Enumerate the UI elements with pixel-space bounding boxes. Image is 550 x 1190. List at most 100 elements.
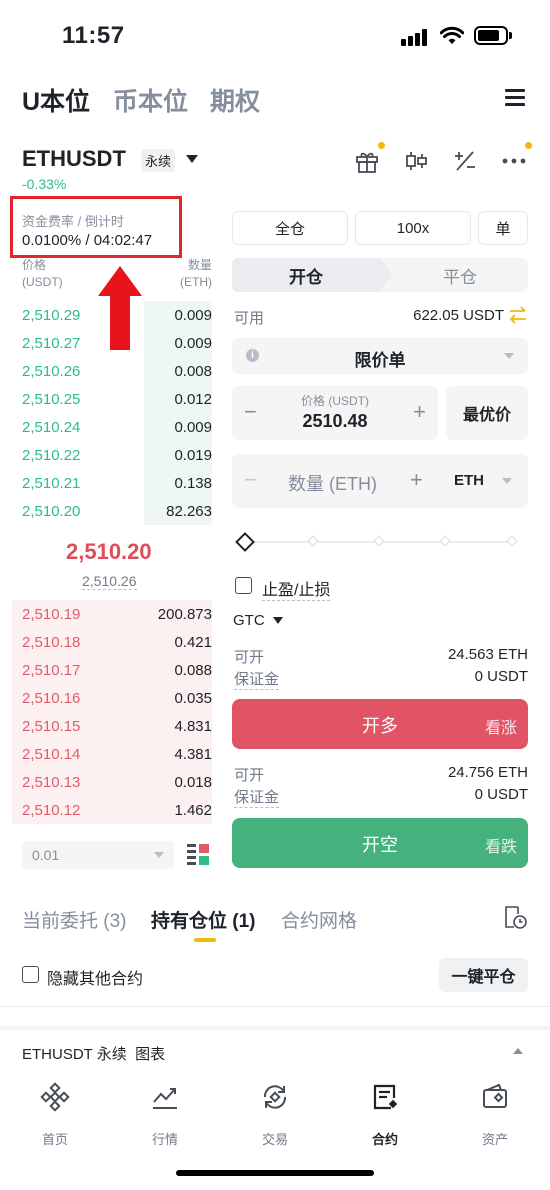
perpetual-badge: 永续: [141, 149, 176, 172]
mark-price[interactable]: 2,510.26: [82, 573, 137, 590]
bid-row[interactable]: 2,510.14 4.381: [12, 740, 212, 768]
tab-open[interactable]: 开仓: [232, 258, 392, 292]
short-can-open-value: 24.756 ETH: [447, 764, 528, 781]
active-tab-indicator: [194, 938, 216, 942]
nav-home[interactable]: 首页: [15, 1082, 95, 1148]
long-margin-value: 0 USDT: [474, 668, 528, 685]
nav-futures[interactable]: 合约: [345, 1082, 425, 1148]
tab-close[interactable]: 平仓: [392, 258, 528, 292]
more-notification-dot: [525, 142, 532, 149]
symbol-name[interactable]: ETHUSDT: [22, 146, 126, 172]
short-can-open-label: 可开: [234, 767, 265, 784]
cellular-signal-icon: [401, 28, 431, 46]
quantity-input[interactable]: − 数量 (ETH) + ETH: [232, 454, 528, 508]
chevron-down-icon: [502, 478, 512, 484]
open-short-button[interactable]: 开空 看跌: [232, 818, 528, 868]
price-plus-button[interactable]: +: [413, 399, 426, 425]
tab-options[interactable]: 期权: [210, 82, 260, 118]
chart-bar-label: ETHUSDT 永续 图表: [22, 1046, 166, 1063]
position-mode-button[interactable]: 单: [478, 211, 528, 245]
qty-minus-button[interactable]: −: [244, 467, 257, 493]
leverage-button[interactable]: 100x: [355, 211, 471, 245]
bid-row[interactable]: 2,510.19 200.873: [12, 600, 212, 628]
ask-row[interactable]: 2,510.22 0.019: [12, 441, 212, 469]
tab-usdm[interactable]: U本位: [22, 82, 90, 118]
more-icon[interactable]: [501, 148, 527, 174]
menu-icon[interactable]: [505, 89, 525, 106]
best-price-button[interactable]: 最优价: [446, 386, 528, 440]
slider-handle[interactable]: [235, 532, 255, 552]
bid-row[interactable]: 2,510.15 4.831: [12, 712, 212, 740]
bid-row[interactable]: 2,510.12 1.462: [12, 796, 212, 824]
battery-icon: [474, 26, 512, 45]
nav-markets[interactable]: 行情: [125, 1082, 205, 1148]
symbol-dropdown-icon[interactable]: [186, 155, 198, 163]
price-change: -0.33%: [22, 176, 67, 192]
long-margin-label: 保证金: [234, 668, 280, 690]
transfer-icon[interactable]: [508, 306, 528, 324]
bid-row[interactable]: 2,510.18 0.421: [12, 628, 212, 656]
tab-open-orders[interactable]: 当前委托 (3): [22, 906, 127, 933]
ask-row[interactable]: 2,510.24 0.009: [12, 413, 212, 441]
ask-row[interactable]: 2,510.25 0.012: [12, 385, 212, 413]
trade-icon: [263, 1085, 287, 1109]
price-column-header: 价格 (USDT): [22, 258, 63, 289]
order-type-select[interactable]: i 限价单: [232, 338, 528, 374]
order-history-icon[interactable]: [502, 904, 528, 930]
tpsl-checkbox[interactable]: [235, 577, 252, 594]
ask-row[interactable]: 2,510.21 0.138: [12, 469, 212, 497]
long-can-open-value: 24.563 ETH: [447, 646, 528, 663]
open-long-button[interactable]: 开多 看涨: [232, 699, 528, 749]
depth-select[interactable]: 0.01: [22, 841, 174, 869]
calculator-icon[interactable]: [452, 148, 478, 174]
tab-positions[interactable]: 持有仓位 (1): [151, 906, 256, 933]
last-price: 2,510.20: [66, 539, 152, 564]
short-margin-label: 保证金: [234, 786, 280, 808]
slider-stop[interactable]: [373, 535, 385, 547]
status-time: 11:57: [62, 22, 125, 49]
gift-notification-dot: [378, 142, 385, 149]
qty-column-header: 数量 (ETH): [180, 258, 212, 289]
tif-dropdown-icon[interactable]: [273, 617, 283, 624]
tif-select[interactable]: GTC: [233, 612, 265, 629]
divider: [0, 1006, 550, 1007]
funding-value: 0.0100% / 04:02:47: [22, 232, 153, 249]
ask-row[interactable]: 2,510.26 0.008: [12, 357, 212, 385]
home-indicator: [176, 1170, 374, 1176]
hide-other-checkbox[interactable]: [22, 966, 39, 983]
slider-stop[interactable]: [439, 535, 451, 547]
tab-grid[interactable]: 合约网格: [281, 906, 357, 933]
chevron-down-icon: [154, 852, 164, 858]
chevron-down-icon: [504, 353, 514, 359]
qty-plus-button[interactable]: +: [410, 467, 423, 493]
bid-row[interactable]: 2,510.13 0.018: [12, 768, 212, 796]
tab-coinm[interactable]: 币本位: [113, 82, 188, 118]
bid-row[interactable]: 2,510.16 0.035: [12, 684, 212, 712]
qty-unit[interactable]: ETH: [454, 472, 484, 489]
ask-row[interactable]: 2,510.27 0.009: [12, 329, 212, 357]
wallet-icon: [483, 1083, 507, 1108]
gift-icon[interactable]: [354, 148, 380, 174]
slider-stop[interactable]: [307, 535, 319, 547]
chevron-up-icon[interactable]: [513, 1048, 523, 1054]
close-all-button[interactable]: 一键平仓: [439, 958, 528, 992]
price-field-value: 2510.48: [302, 411, 368, 431]
price-input[interactable]: − 价格 (USDT) 2510.48 +: [232, 386, 438, 440]
nav-trade[interactable]: 交易: [235, 1082, 315, 1148]
wifi-icon: [440, 26, 464, 44]
chart-bar[interactable]: ETHUSDT 永续 图表: [0, 1030, 550, 1074]
bid-row[interactable]: 2,510.17 0.088: [12, 656, 212, 684]
price-field-label: 价格 (USDT): [301, 394, 369, 408]
hide-other-label: 隐藏其他合约: [47, 971, 144, 988]
nav-assets[interactable]: 资产: [455, 1082, 535, 1148]
candlestick-icon[interactable]: [403, 148, 429, 174]
orderbook-layout-icon[interactable]: [186, 843, 210, 867]
long-can-open-label: 可开: [234, 649, 265, 666]
futures-icon: [373, 1084, 398, 1110]
available-value: 622.05 USDT: [413, 307, 504, 324]
open-close-tabs: 开仓 平仓: [232, 258, 528, 292]
ask-row[interactable]: 2,510.20 82.263: [12, 497, 212, 525]
margin-mode-button[interactable]: 全仓: [232, 211, 348, 245]
ask-row[interactable]: 2,510.29 0.009: [12, 301, 212, 329]
slider-stop[interactable]: [506, 535, 518, 547]
